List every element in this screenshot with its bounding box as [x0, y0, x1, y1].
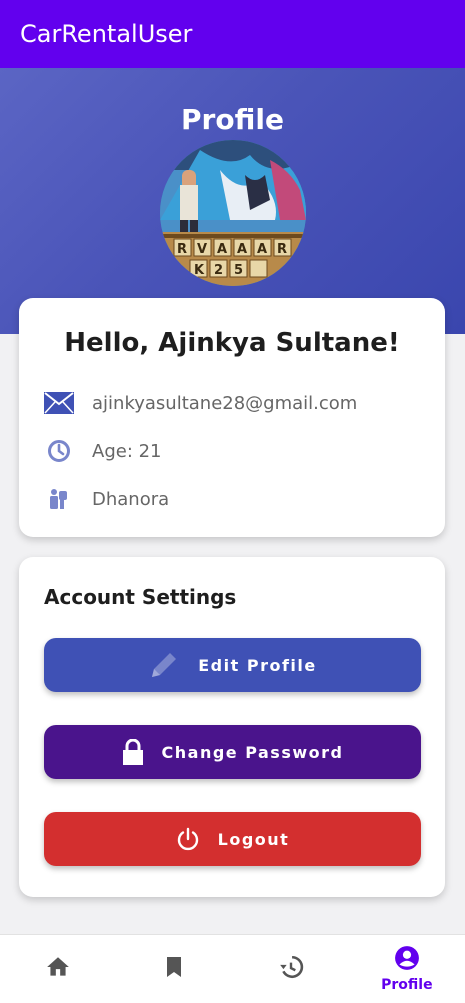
svg-text:R: R — [277, 242, 287, 257]
age-row: Age: 21 — [44, 436, 162, 466]
account-settings-card: Account Settings Edit Profile Change Pas… — [19, 557, 445, 897]
pencil-icon — [148, 649, 180, 681]
location-icon — [44, 484, 74, 514]
logout-label: Logout — [217, 829, 290, 849]
svg-text:R: R — [177, 242, 187, 257]
svg-text:K: K — [194, 263, 205, 278]
change-password-button[interactable]: Change Password — [44, 725, 421, 779]
nav-item-bookmarks[interactable] — [116, 935, 232, 1003]
age-text: Age: 21 — [92, 440, 162, 462]
logout-button[interactable]: Logout — [44, 812, 421, 866]
svg-text:5: 5 — [234, 263, 243, 278]
edit-profile-button[interactable]: Edit Profile — [44, 638, 421, 692]
svg-text:A: A — [217, 242, 227, 257]
svg-text:2: 2 — [214, 263, 223, 278]
profile-header: Profile RVA AAR K2 5 — [0, 68, 465, 334]
avatar-photo: RVA AAR K25 — [160, 140, 306, 286]
email-icon — [44, 388, 74, 418]
lock-icon — [122, 739, 144, 765]
email-text: ajinkyasultane28@gmail.com — [92, 392, 358, 414]
nav-item-profile[interactable]: Profile — [349, 935, 465, 1003]
nav-item-home[interactable] — [0, 935, 116, 1003]
history-icon — [278, 954, 304, 985]
edit-profile-label: Edit Profile — [198, 655, 317, 675]
app-bar: CarRentalUser — [0, 0, 465, 68]
bookmark-icon — [162, 954, 186, 985]
svg-text:A: A — [237, 242, 247, 257]
account-circle-icon — [394, 945, 420, 976]
change-password-label: Change Password — [161, 742, 344, 762]
greeting: Hello, Ajinkya Sultane! — [64, 328, 400, 358]
clock-icon — [44, 436, 74, 466]
profile-card: Hello, Ajinkya Sultane! ajinkyasultane28… — [19, 298, 445, 537]
home-icon — [45, 954, 71, 985]
page-title: Profile — [181, 103, 284, 136]
nav-item-history[interactable] — [233, 935, 349, 1003]
nav-label-profile: Profile — [381, 977, 433, 993]
location-text: Dhanora — [92, 488, 170, 510]
avatar: RVA AAR K25 — [160, 140, 306, 286]
settings-title: Account Settings — [44, 585, 237, 609]
email-row: ajinkyasultane28@gmail.com — [44, 388, 357, 418]
power-icon — [176, 827, 200, 851]
svg-text:V: V — [197, 242, 207, 257]
app-title: CarRentalUser — [20, 20, 193, 48]
bottom-navigation: Profile — [0, 934, 465, 1003]
location-row: Dhanora — [44, 484, 169, 514]
svg-text:A: A — [257, 242, 267, 257]
